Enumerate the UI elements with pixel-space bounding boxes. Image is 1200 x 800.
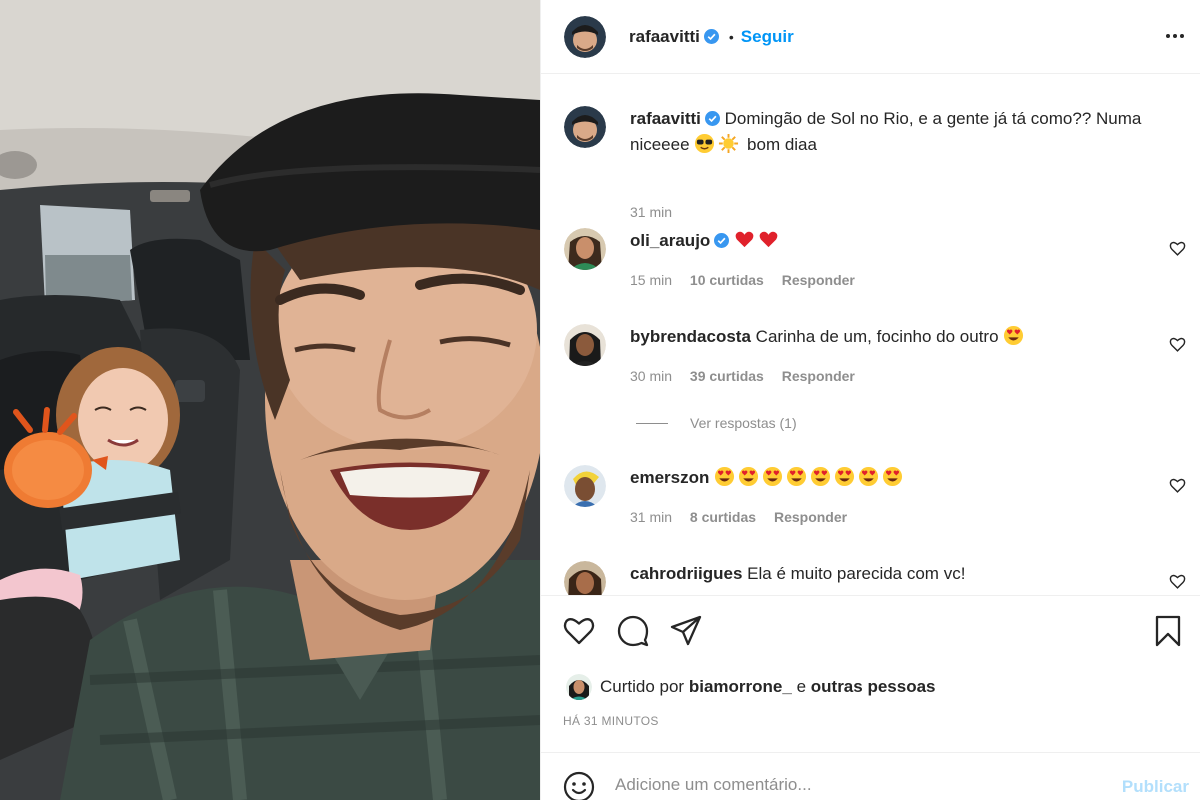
comment-meta: 31 min 8 curtidas Responder: [630, 509, 861, 525]
emoji-row: [714, 466, 906, 487]
like-comment-heart-icon[interactable]: [1169, 573, 1186, 590]
verified-badge-icon: [704, 111, 720, 126]
comment-time[interactable]: 30 min: [630, 368, 672, 384]
comment-meta: 15 min 10 curtidas Responder: [630, 272, 869, 288]
comment-icon[interactable]: [616, 614, 650, 648]
liked-by: Curtido por biamorrone_ e outras pessoas: [566, 674, 936, 700]
emoji-icon[interactable]: [563, 771, 595, 800]
caption-username[interactable]: rafaavitti: [630, 109, 701, 128]
heart-eyes-emoji-icon: [811, 466, 831, 487]
reply-button[interactable]: Responder: [774, 509, 847, 525]
liker-avatar[interactable]: [566, 674, 592, 700]
heart-icon[interactable]: [562, 614, 596, 648]
comment-text: oli_araujo: [630, 228, 1170, 254]
comment-username[interactable]: bybrendacosta: [630, 327, 751, 346]
view-replies-button[interactable]: Ver respostas (1): [636, 415, 797, 431]
liked-others[interactable]: outras pessoas: [811, 677, 936, 697]
comment-time[interactable]: 15 min: [630, 272, 672, 288]
comment-body: Carinha de um, focinho do outro: [755, 327, 999, 346]
caption-body-end: bom diaa: [747, 135, 817, 154]
like-comment-heart-icon[interactable]: [1169, 240, 1186, 257]
post-header: rafaavitti • Seguir: [541, 0, 1200, 74]
sunglasses-emoji-icon: [695, 133, 715, 154]
view-replies-label: Ver respostas (1): [690, 415, 797, 431]
verified-badge-icon: [714, 233, 730, 248]
comment-time[interactable]: 31 min: [630, 509, 672, 525]
heart-eyes-emoji-icon: [787, 466, 807, 487]
commenter-avatar[interactable]: [564, 324, 606, 366]
heart-eyes-emoji-icon: [883, 466, 903, 487]
commenter-avatar[interactable]: [564, 561, 606, 595]
author-username[interactable]: rafaavitti: [629, 27, 700, 47]
post-photo[interactable]: [0, 0, 540, 800]
liked-conj: e: [796, 677, 807, 696]
comment-body: Ela é muito parecida com vc!: [747, 564, 966, 583]
comment-likes[interactable]: 8 curtidas: [690, 509, 756, 525]
comment-input[interactable]: [615, 775, 1095, 795]
replies-divider: [636, 422, 668, 424]
comment-likes[interactable]: 39 curtidas: [690, 368, 764, 384]
red-heart-emoji-icon: [759, 231, 778, 248]
author-avatar[interactable]: [564, 15, 606, 58]
comment-username[interactable]: cahrodriigues: [630, 564, 742, 583]
heart-eyes-emoji-icon: [1004, 325, 1024, 346]
comment-text: cahrodriigues Ela é muito parecida com v…: [630, 561, 1170, 587]
reply-button[interactable]: Responder: [782, 272, 855, 288]
comment-meta: 30 min 39 curtidas Responder: [630, 368, 869, 384]
sun-emoji-icon: [719, 133, 739, 154]
heart-eyes-emoji-icon: [763, 466, 783, 487]
selfie-image: [0, 0, 540, 800]
heart-eyes-emoji-icon: [835, 466, 855, 487]
post-timestamp[interactable]: HÁ 31 MINUTOS: [563, 714, 659, 728]
heart-eyes-emoji-icon: [715, 466, 735, 487]
add-comment-bar: Publicar: [541, 752, 1200, 800]
liked-user[interactable]: biamorrone_: [689, 677, 792, 697]
publish-button[interactable]: Publicar: [1122, 777, 1189, 797]
commenter-avatar[interactable]: [564, 228, 606, 270]
comment-text: emerszon: [630, 465, 1170, 491]
heart-eyes-emoji-icon: [859, 466, 879, 487]
comment-username[interactable]: oli_araujo: [630, 231, 710, 250]
red-heart-emoji-icon: [735, 231, 754, 248]
liked-prefix: Curtido por: [600, 677, 685, 696]
comments-list[interactable]: rafaavitti Domingão de Sol no Rio, e a g…: [541, 75, 1200, 595]
comment-likes[interactable]: 10 curtidas: [690, 272, 764, 288]
caption-time[interactable]: 31 min: [630, 204, 672, 220]
bookmark-icon[interactable]: [1151, 614, 1185, 648]
like-comment-heart-icon[interactable]: [1169, 336, 1186, 353]
heart-eyes-emoji-icon: [739, 466, 759, 487]
post-actions: Curtido por biamorrone_ e outras pessoas…: [541, 595, 1200, 752]
follow-button[interactable]: Seguir: [741, 27, 794, 47]
like-comment-heart-icon[interactable]: [1169, 477, 1186, 494]
comment-username[interactable]: emerszon: [630, 468, 709, 487]
caption-text: rafaavitti Domingão de Sol no Rio, e a g…: [630, 106, 1170, 158]
comment-text: bybrendacosta Carinha de um, focinho do …: [630, 324, 1170, 350]
post-panel: rafaavitti • Seguir rafaavitti Domingão …: [540, 0, 1200, 800]
caption-meta: 31 min: [630, 204, 686, 220]
verified-badge-icon: [703, 29, 719, 44]
reply-button[interactable]: Responder: [782, 368, 855, 384]
share-icon[interactable]: [669, 614, 703, 648]
more-options-icon[interactable]: [1163, 24, 1187, 48]
commenter-avatar[interactable]: [564, 465, 606, 507]
author-avatar[interactable]: [564, 106, 606, 148]
separator-dot: •: [728, 28, 734, 45]
